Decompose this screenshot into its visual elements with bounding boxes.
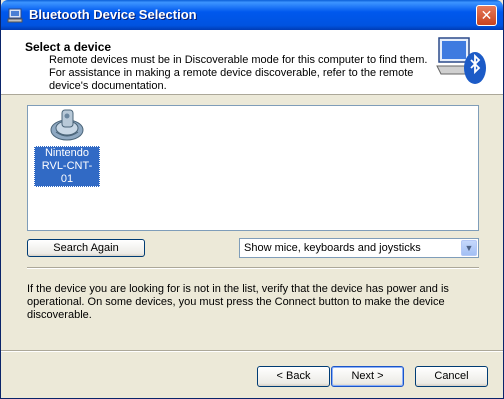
device-filter-select[interactable]: Show mice, keyboards and joysticks ▼ bbox=[239, 238, 479, 258]
bluetooth-computer-icon bbox=[436, 37, 486, 84]
wizard-header: Select a device Remote devices must be i… bbox=[1, 30, 503, 95]
next-button[interactable]: Next > bbox=[331, 366, 404, 387]
title-bar[interactable]: Bluetooth Device Selection ✕ bbox=[1, 0, 503, 30]
device-filter-value: Show mice, keyboards and joysticks bbox=[244, 242, 421, 254]
device-item[interactable]: Nintendo RVL-CNT-01 bbox=[34, 108, 100, 187]
back-button[interactable]: < Back bbox=[257, 366, 330, 387]
wiimote-device-icon bbox=[50, 109, 84, 141]
device-name: Nintendo RVL-CNT-01 bbox=[34, 146, 100, 187]
window-title: Bluetooth Device Selection bbox=[29, 7, 197, 22]
divider bbox=[1, 350, 503, 352]
divider bbox=[27, 267, 479, 269]
device-list[interactable]: Nintendo RVL-CNT-01 bbox=[27, 105, 479, 231]
search-again-button[interactable]: Search Again bbox=[27, 239, 145, 257]
cancel-button[interactable]: Cancel bbox=[415, 366, 488, 387]
chevron-down-icon[interactable]: ▼ bbox=[461, 240, 477, 256]
help-note: If the device you are looking for is not… bbox=[27, 283, 449, 321]
page-title: Select a device bbox=[25, 40, 112, 54]
dialog-window: Bluetooth Device Selection ✕ Select a de… bbox=[0, 0, 504, 399]
page-subtitle: Remote devices must be in Discoverable m… bbox=[49, 54, 428, 92]
close-button[interactable]: ✕ bbox=[476, 5, 497, 26]
bluetooth-computer-icon bbox=[7, 8, 23, 23]
